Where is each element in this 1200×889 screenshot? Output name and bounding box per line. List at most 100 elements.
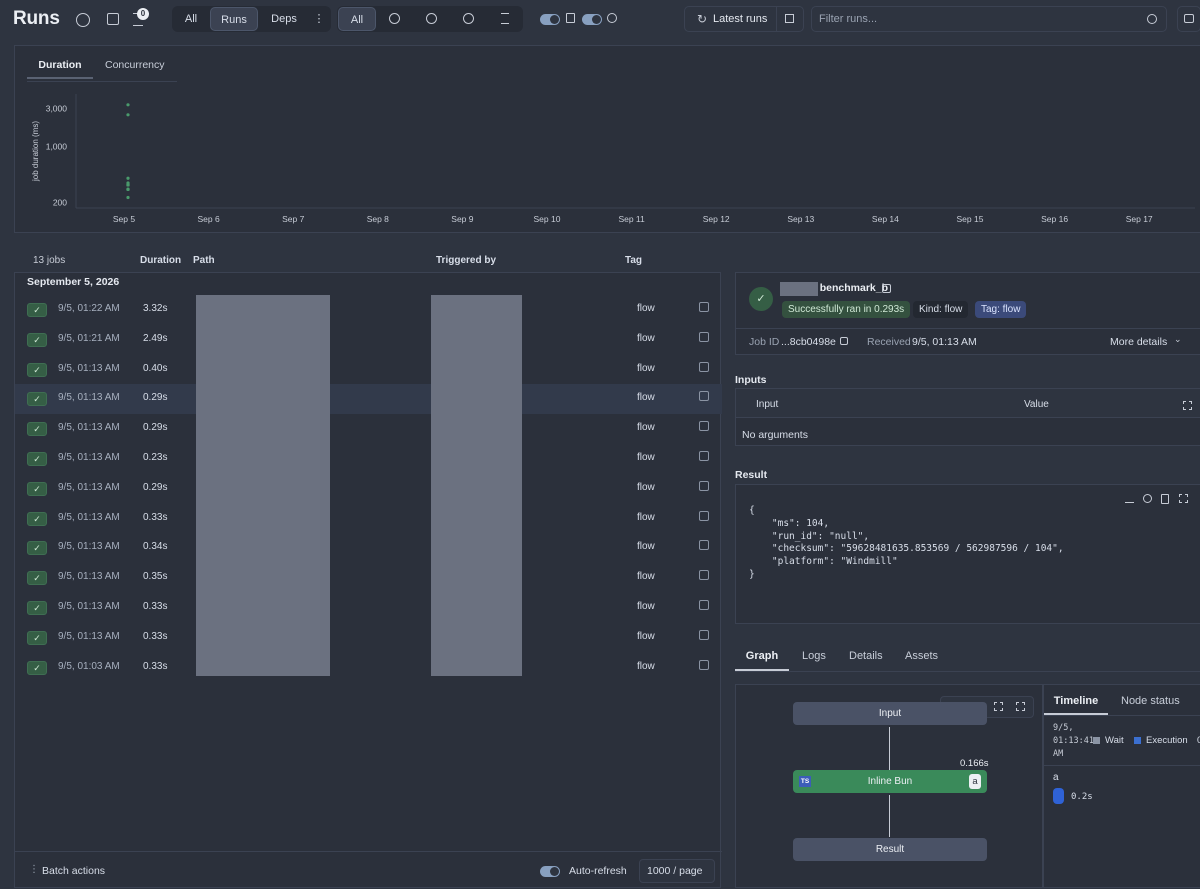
external-link-icon[interactable] xyxy=(699,600,709,610)
table-row[interactable]: ✓ 9/5, 01:21 AM 2.49s flow xyxy=(15,325,722,355)
divider xyxy=(776,7,777,31)
auto-refresh-toggle[interactable] xyxy=(540,866,560,877)
status-all[interactable]: All xyxy=(338,7,376,31)
batch-actions[interactable]: Batch actions xyxy=(42,865,105,877)
row-duration: 0.33s xyxy=(143,601,168,612)
table-row[interactable]: ✓ 9/5, 01:13 AM 0.29s flow xyxy=(15,414,722,444)
success-check-icon: ✓ xyxy=(27,422,47,437)
table-row[interactable]: ✓ 9/5, 01:13 AM 0.35s flow xyxy=(15,563,722,593)
success-check-icon: ✓ xyxy=(27,630,47,645)
divider xyxy=(735,671,1200,672)
calendar-toggle[interactable] xyxy=(540,14,560,25)
tab-details[interactable]: Details xyxy=(849,650,883,662)
status-chip: Successfully ran in 0.293s xyxy=(782,301,911,318)
table-row[interactable]: ✓ 9/5, 01:13 AM 0.40s flow xyxy=(15,355,722,385)
result-node[interactable]: Result xyxy=(793,838,987,861)
more-options-icon[interactable]: ⋮ xyxy=(312,7,326,31)
tab-timeline[interactable]: Timeline xyxy=(1044,695,1108,715)
external-link-icon[interactable] xyxy=(699,570,709,581)
y-tick-label: 1,000 xyxy=(46,141,68,151)
download-icon[interactable] xyxy=(1125,494,1134,503)
fullscreen-icon[interactable] xyxy=(1016,702,1025,711)
table-row[interactable]: ✓ 9/5, 01:22 AM 3.32s flow xyxy=(15,295,722,325)
tab-logs[interactable]: Logs xyxy=(802,650,826,662)
external-link-icon[interactable] xyxy=(699,331,709,342)
input-node[interactable]: Input xyxy=(793,702,987,725)
row-time: 9/5, 01:13 AM xyxy=(58,481,120,493)
external-link-icon[interactable] xyxy=(699,659,709,670)
y-axis-label: job duration (ms) xyxy=(31,121,40,182)
tab-assets[interactable]: Assets xyxy=(905,650,938,662)
row-time: 9/5, 01:13 AM xyxy=(58,541,120,553)
table-row[interactable]: ✓ 9/5, 01:13 AM 0.29s flow xyxy=(15,474,722,504)
job-id-value[interactable]: ...8cb0498e xyxy=(781,336,836,348)
table-row[interactable]: ✓ 9/5, 01:13 AM 0.29s flow xyxy=(15,384,722,415)
table-row[interactable]: ✓ 9/5, 01:13 AM 0.33s flow xyxy=(15,623,722,653)
kebab-icon[interactable]: ⋮ xyxy=(29,864,39,875)
row-duration: 2.49s xyxy=(143,332,168,344)
refresh-icon: ↻ xyxy=(697,12,708,26)
failure-icon[interactable] xyxy=(463,13,474,24)
row-duration: 0.23s xyxy=(143,452,168,463)
expand-icon[interactable] xyxy=(1183,401,1192,410)
external-link-icon[interactable] xyxy=(699,361,709,372)
external-link-icon[interactable] xyxy=(699,629,709,640)
row-tag: flow xyxy=(637,332,655,344)
x-tick-label: Sep 8 xyxy=(367,214,389,224)
expand-icon[interactable] xyxy=(1179,494,1188,503)
filter-all-kind[interactable]: All xyxy=(176,7,206,31)
external-link-icon[interactable] xyxy=(699,510,709,521)
kind-chip: Kind: flow xyxy=(913,301,969,318)
external-link-icon[interactable] xyxy=(699,540,709,551)
job-count: 13 jobs xyxy=(33,255,66,266)
fit-view-icon[interactable] xyxy=(994,702,1003,711)
data-point xyxy=(126,187,130,192)
clipboard-icon[interactable] xyxy=(1161,494,1169,504)
external-link-icon[interactable] xyxy=(699,451,709,461)
settings-icon[interactable] xyxy=(107,13,119,25)
more-details-button[interactable]: More details xyxy=(1110,336,1167,348)
calendar-icon[interactable] xyxy=(785,14,794,23)
table-row[interactable]: ✓ 9/5, 01:13 AM 0.33s flow xyxy=(15,593,722,623)
info-icon[interactable] xyxy=(76,13,90,27)
row-tag: flow xyxy=(637,452,655,463)
table-row[interactable]: ✓ 9/5, 01:13 AM 0.34s flow xyxy=(15,533,722,563)
running-icon[interactable] xyxy=(389,13,400,24)
success-icon[interactable] xyxy=(426,13,437,24)
table-row[interactable]: ✓ 9/5, 01:13 AM 0.23s flow xyxy=(15,444,722,474)
success-check-icon: ✓ xyxy=(27,392,47,407)
table-row[interactable]: ✓ 9/5, 01:03 AM 0.33s flow xyxy=(15,653,722,683)
timeline-panel: Timeline Node status 9/5, 01:13:41 AM Wa… xyxy=(1043,684,1200,888)
external-link-icon[interactable] xyxy=(699,391,709,402)
chevron-down-icon[interactable]: ⌄ xyxy=(1174,334,1182,345)
search-input[interactable]: Filter runs... xyxy=(811,6,1167,32)
queued-icon[interactable] xyxy=(501,13,509,24)
external-link-icon[interactable] xyxy=(840,337,848,345)
col-triggered-by: Triggered by xyxy=(436,255,497,266)
filter-runs[interactable]: Runs xyxy=(210,7,258,31)
external-link-icon[interactable] xyxy=(699,421,709,432)
info-icon[interactable] xyxy=(1143,494,1152,503)
x-tick-label: Sep 15 xyxy=(957,214,984,224)
page-size-select[interactable]: 1000 / page xyxy=(639,859,715,883)
job-header: ✓ benchmark_b Successfully ran in 0.293s… xyxy=(735,272,1200,355)
row-duration: 0.35s xyxy=(143,571,168,583)
clock-toggle[interactable] xyxy=(582,14,602,25)
inline-bun-node[interactable]: Inline Bun TS a xyxy=(793,770,987,793)
search-placeholder: Filter runs... xyxy=(819,13,878,25)
tab-graph[interactable]: Graph xyxy=(735,650,789,671)
latest-runs-button[interactable]: ↻ Latest runs xyxy=(684,6,804,32)
result-line: } xyxy=(749,568,755,580)
table-row[interactable]: ✓ 9/5, 01:13 AM 0.33s flow xyxy=(15,504,722,534)
external-link-icon[interactable] xyxy=(699,480,709,491)
row-duration: 0.33s xyxy=(143,660,168,672)
step-time: 0.166s xyxy=(960,758,989,769)
job-name[interactable]: benchmark_b xyxy=(780,282,890,296)
filter-deps[interactable]: Deps xyxy=(262,7,306,31)
row-time: 9/5, 01:13 AM xyxy=(58,511,120,523)
data-point xyxy=(126,113,130,117)
chat-button[interactable] xyxy=(1177,6,1200,32)
external-link-icon[interactable] xyxy=(699,302,709,312)
external-link-icon[interactable] xyxy=(882,284,891,293)
tab-node-status[interactable]: Node status xyxy=(1121,695,1180,707)
